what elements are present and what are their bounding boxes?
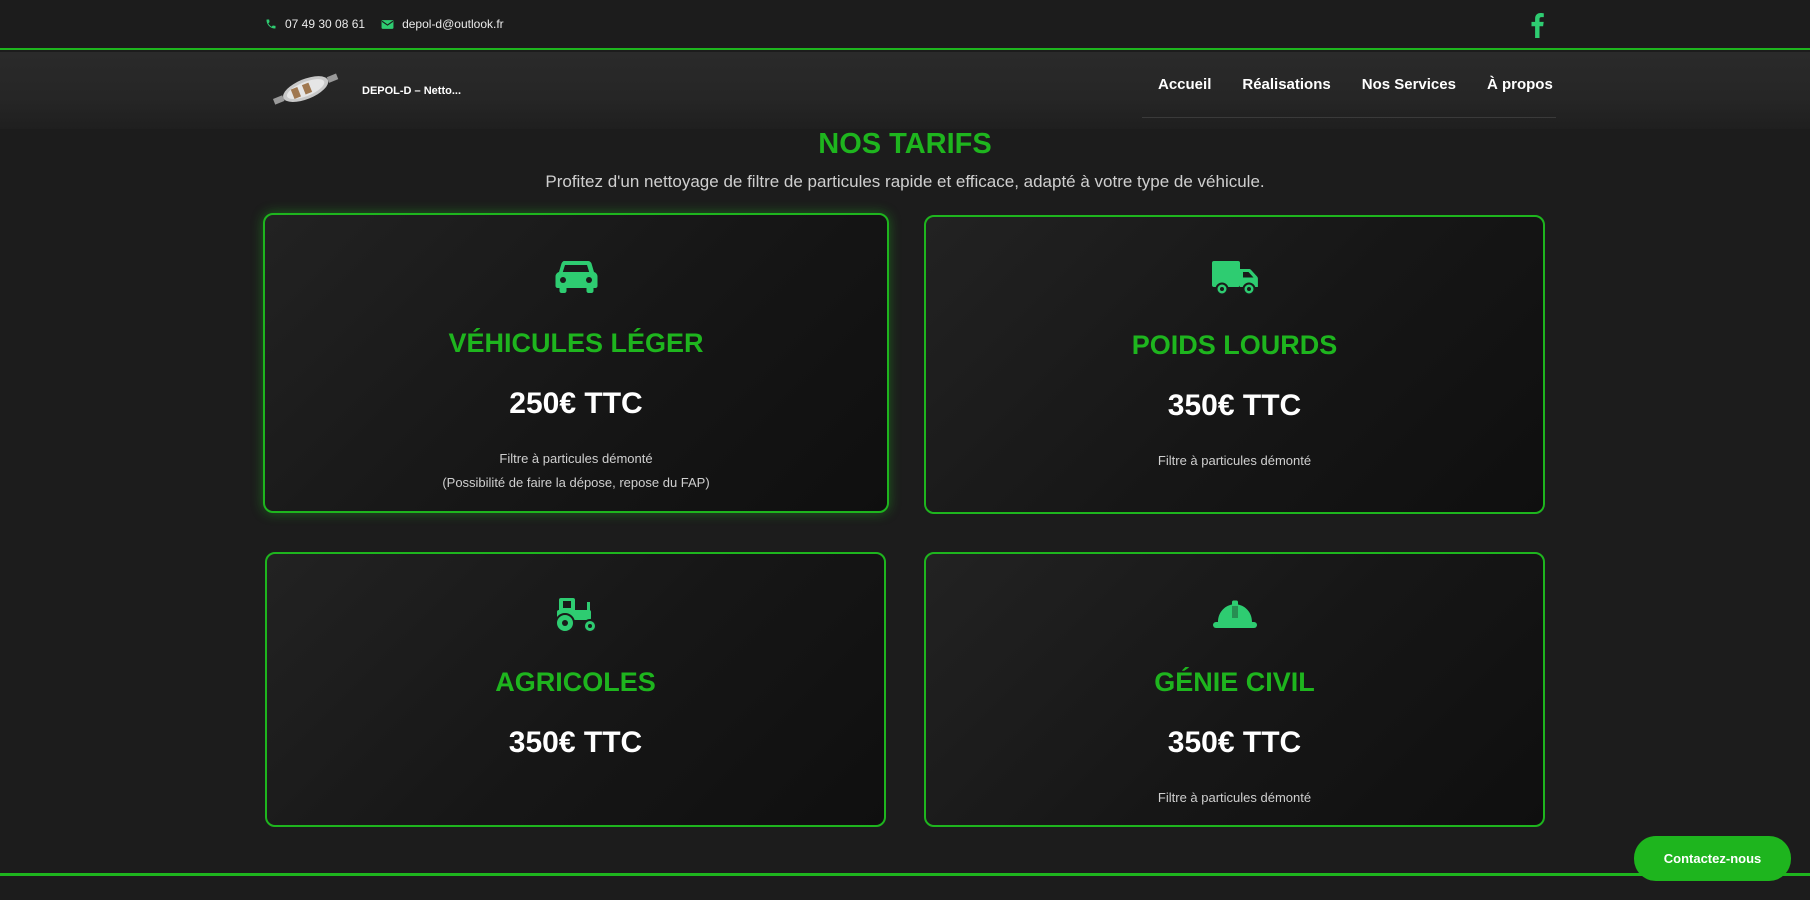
brand-name[interactable]: DEPOL-D – Netto... <box>362 85 461 97</box>
card-desc-line1: Filtre à particules démonté <box>499 451 653 466</box>
section-subtitle: Profitez d'un nettoyage de filtre de par… <box>545 172 1265 191</box>
contact-button[interactable]: Contactez-nous <box>1634 836 1791 881</box>
truck-icon <box>1211 261 1258 296</box>
email-address: depol-d@outlook.fr <box>402 17 504 31</box>
pricing-card-vehicules-leger: VÉHICULES LÉGER 250€ TTC Filtre à partic… <box>263 213 889 513</box>
email-item[interactable]: depol-d@outlook.fr <box>381 17 504 31</box>
car-icon <box>555 261 598 293</box>
card-price: 350€ TTC <box>1167 389 1302 422</box>
pricing-card-poids-lourds: POIDS LOURDS 350€ TTC Filtre à particule… <box>924 215 1545 514</box>
card-desc-line1: Filtre à particules démonté <box>1157 790 1312 805</box>
footer-divider <box>0 873 1810 876</box>
phone-item[interactable]: 07 49 30 08 61 <box>265 17 365 31</box>
card-desc-line1: Filtre à particules démonté <box>1157 453 1312 468</box>
nav-nos-services[interactable]: Nos Services <box>1362 76 1456 93</box>
section-title: NOS TARIFS <box>818 128 992 160</box>
main-nav: Accueil Réalisations Nos Services À prop… <box>1142 52 1556 118</box>
envelope-icon <box>381 19 394 29</box>
pricing-card-agricoles: AGRICOLES 350€ TTC <box>265 552 886 827</box>
card-description: Filtre à particules démonté <box>926 786 1543 810</box>
card-name: POIDS LOURDS <box>1131 330 1338 360</box>
top-bar: 07 49 30 08 61 depol-d@outlook.fr <box>0 0 1810 50</box>
contact-info: 07 49 30 08 61 depol-d@outlook.fr <box>265 17 504 31</box>
phone-number: 07 49 30 08 61 <box>285 17 366 31</box>
hard-hat-icon <box>1212 600 1257 628</box>
pricing-card-genie-civil: GÉNIE CIVIL 350€ TTC Filtre à particules… <box>924 552 1545 827</box>
card-desc-line2: (Possibilité de faire la dépose, repose … <box>442 475 710 490</box>
nav-a-propos[interactable]: À propos <box>1487 76 1553 93</box>
card-description: Filtre à particules démonté <box>926 449 1543 473</box>
card-description: Filtre à particules démonté (Possibilité… <box>265 447 887 495</box>
tractor-icon <box>554 598 597 633</box>
card-name: AGRICOLES <box>495 667 656 697</box>
card-price: 250€ TTC <box>509 387 643 420</box>
card-name: VÉHICULES LÉGER <box>448 328 704 358</box>
nav-realisations[interactable]: Réalisations <box>1242 76 1330 93</box>
main-header: DEPOL-D – Netto... Accueil Réalisations … <box>0 52 1810 129</box>
card-price: 350€ TTC <box>1167 726 1302 759</box>
logo[interactable] <box>268 70 344 110</box>
card-price: 350€ TTC <box>508 726 643 759</box>
phone-icon <box>266 19 276 29</box>
card-name: GÉNIE CIVIL <box>1154 667 1315 697</box>
nav-accueil[interactable]: Accueil <box>1158 76 1211 93</box>
facebook-icon[interactable] <box>1528 12 1546 38</box>
